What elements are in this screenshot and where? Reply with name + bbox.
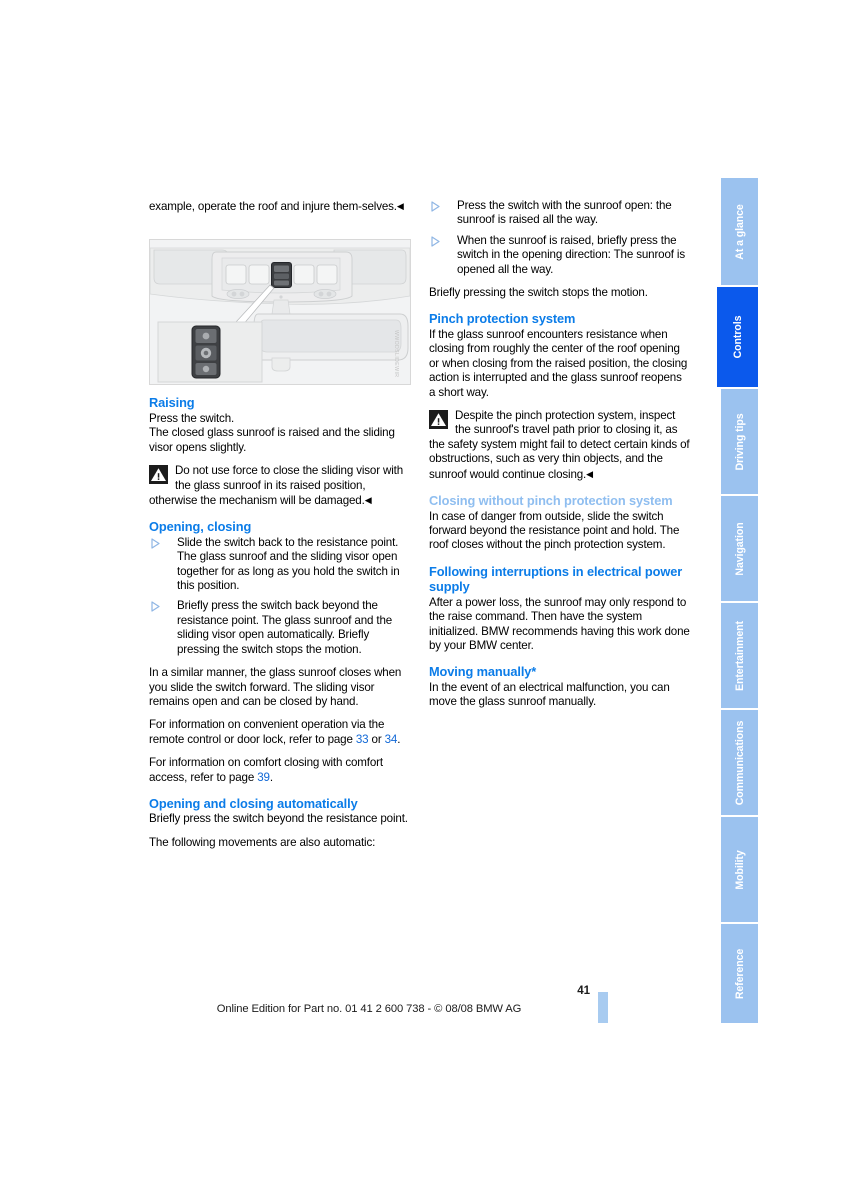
- heading-following-interruptions: Following interruptions in electrical po…: [429, 563, 683, 595]
- warning-note-pinch-text: Despite the pinch protection system, ins…: [429, 409, 691, 482]
- list-item-text: Slide the switch back to the resistance …: [177, 535, 400, 593]
- warning-end-mark: ◀: [586, 468, 594, 479]
- warning-pinch-text: Despite the pinch protection system, ins…: [429, 408, 690, 481]
- heading-moving-manually: Moving manually*: [429, 664, 537, 680]
- opening-closing-bullets: Slide the switch back to the resistance …: [149, 536, 411, 657]
- heading-opening-closing: Opening, closing: [149, 519, 252, 535]
- figure-spacer: [149, 223, 411, 395]
- pinch-protection-paragraph: If the glass sunroof encounters resistan…: [429, 327, 688, 399]
- auto-p2: The following movements are also automat…: [149, 835, 376, 849]
- tab-label: Entertainment: [733, 620, 746, 691]
- list-item: Briefly press the switch back beyond the…: [149, 599, 411, 657]
- page-link-33[interactable]: 33: [356, 733, 369, 746]
- page-link-34[interactable]: 34: [385, 733, 398, 746]
- similar-manner-paragraph: In a similar manner, the glass sunroof c…: [149, 666, 402, 708]
- heading-closing-without-pinch-protection: Closing without pinch protection system: [429, 493, 673, 508]
- following-interruptions-paragraph: After a power loss, the sunroof may only…: [429, 595, 690, 652]
- tab-label: Mobility: [733, 849, 746, 890]
- heading-pinch-protection-system: Pinch protection system: [429, 311, 576, 327]
- heading-opening-closing-automatically: Opening and closing automatically: [149, 795, 358, 811]
- closing-without-pinch-paragraph: In case of danger from outside, slide th…: [429, 509, 680, 552]
- tab-navigation[interactable]: Navigation: [721, 496, 758, 601]
- continuation-text: example, operate the roof and injure the…: [149, 200, 397, 213]
- manual-page: WWODSLIDEWIR example, operate the roof a…: [0, 0, 848, 1200]
- tab-label: Driving tips: [733, 412, 746, 471]
- moving-manually-paragraph: In the event of an electrical malfunctio…: [429, 680, 670, 709]
- bullet-triangle-icon: [431, 236, 440, 247]
- page-edge-marker: [598, 992, 608, 1023]
- heading-raising: Raising: [149, 395, 195, 411]
- page-number: 41: [577, 985, 590, 997]
- right-top-paragraph: Briefly pressing the switch stops the mo…: [429, 286, 648, 300]
- page-ref-remote: For information on convenient operation …: [149, 718, 411, 747]
- left-column: example, operate the roof and injure the…: [149, 199, 411, 859]
- list-item: Slide the switch back to the resistance …: [149, 536, 411, 594]
- list-item-text: Briefly press the switch back beyond the…: [177, 599, 393, 656]
- chapter-tab-rail: At a glance Controls Driving tips Naviga…: [717, 178, 758, 1023]
- page-ref-remote-post: .: [397, 732, 401, 746]
- end-mark: ◀: [396, 201, 404, 211]
- raising-p1: Press the switch.: [149, 411, 235, 425]
- tab-reference[interactable]: Reference: [721, 924, 758, 1023]
- right-top-bullets: Press the switch with the sunroof open: …: [429, 199, 691, 277]
- list-item-text: Press the switch with the sunroof open: …: [457, 199, 672, 227]
- raising-p2: The closed glass sunroof is raised and t…: [149, 426, 395, 454]
- page-ref-remote-mid: or: [368, 732, 385, 746]
- right-column: Press the switch with the sunroof open: …: [429, 199, 691, 719]
- page-link-39[interactable]: 39: [257, 771, 270, 784]
- page-ref-remote-pre: For information on convenient operation …: [149, 718, 385, 746]
- warning-end-mark: ◀: [364, 494, 372, 505]
- tab-label: At a glance: [733, 203, 746, 260]
- warning-triangle-icon: [429, 409, 448, 429]
- warning-triangle-icon: [149, 465, 168, 485]
- tab-at-a-glance[interactable]: At a glance: [721, 178, 758, 285]
- warning-note-raising-text: Do not use force to close the sliding vi…: [149, 464, 411, 508]
- list-item: Press the switch with the sunroof open: …: [429, 199, 691, 228]
- tab-communications[interactable]: Communications: [721, 710, 758, 815]
- list-item-text: When the sunroof is raised, briefly pres…: [457, 233, 685, 276]
- page-ref-comfort-post: .: [269, 770, 273, 784]
- tab-label: Reference: [733, 948, 746, 999]
- tab-driving-tips[interactable]: Driving tips: [721, 389, 758, 494]
- tab-entertainment[interactable]: Entertainment: [721, 603, 758, 708]
- page-ref-comfort: For information on comfort closing with …: [149, 756, 411, 785]
- tab-label: Navigation: [733, 521, 746, 576]
- footer-edition-line: Online Edition for Part no. 01 41 2 600 …: [216, 1003, 522, 1015]
- tab-label: Controls: [731, 315, 744, 359]
- warning-note-raising: Do not use force to close the sliding vi…: [149, 464, 411, 508]
- tab-label: Communications: [733, 720, 746, 805]
- continuation-paragraph: example, operate the roof and injure the…: [149, 199, 411, 214]
- auto-p1: Briefly press the switch beyond the resi…: [149, 812, 408, 826]
- bullet-triangle-icon: [151, 601, 160, 613]
- tab-controls[interactable]: Controls: [717, 287, 758, 387]
- tab-mobility[interactable]: Mobility: [721, 817, 758, 922]
- list-item: When the sunroof is raised, briefly pres…: [429, 234, 691, 277]
- bullet-triangle-icon: [431, 201, 440, 212]
- warning-note-pinch: Despite the pinch protection system, ins…: [429, 409, 691, 482]
- bullet-triangle-icon: [151, 538, 160, 549]
